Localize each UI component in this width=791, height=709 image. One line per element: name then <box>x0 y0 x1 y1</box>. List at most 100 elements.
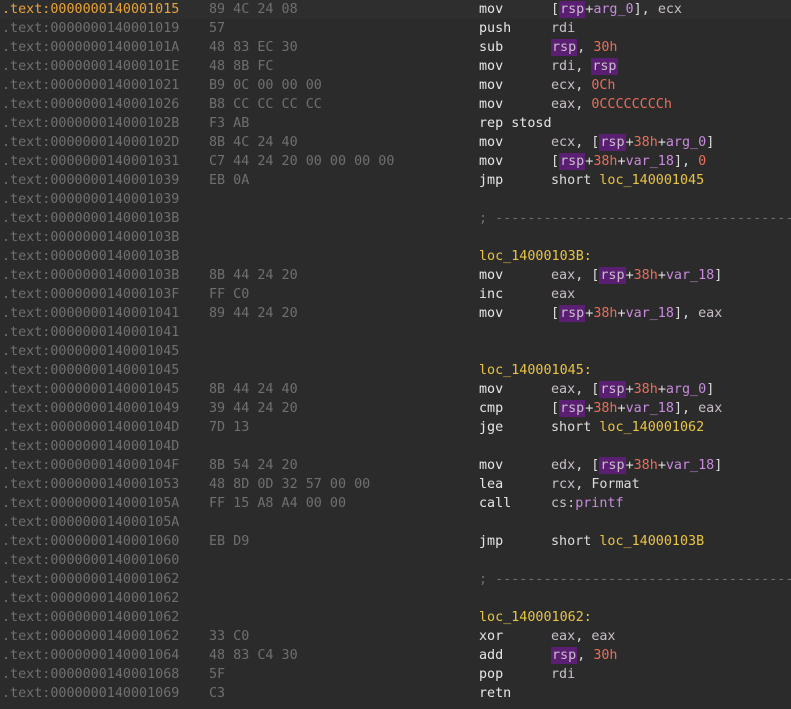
listing-row[interactable]: .text:000000014000103B 8B 44 24 20 mov eax,… <box>0 266 791 285</box>
code-label[interactable]: loc_140001062: <box>479 608 592 627</box>
listing-row[interactable]: .text:0000000140001049 39 44 24 20 cmp [rsp… <box>0 399 791 418</box>
stack-variable[interactable]: var_18 <box>626 154 674 169</box>
register[interactable]: eax <box>551 629 575 644</box>
address[interactable]: .text:0000000140001041 <box>2 323 179 342</box>
address[interactable]: .text:000000014000105A <box>2 494 179 513</box>
address[interactable]: .text:000000014000105A <box>2 513 179 532</box>
listing-row[interactable]: .text:0000000140001041 <box>0 323 791 342</box>
listing-row[interactable]: .text:0000000140001015 89 4C 24 08 mov [rsp… <box>0 0 791 19</box>
address[interactable]: .text:000000014000104F <box>2 456 179 475</box>
address[interactable]: .text:000000014000103B <box>2 228 179 247</box>
stack-variable[interactable]: arg_0 <box>666 135 706 150</box>
register[interactable]: eax <box>551 268 575 283</box>
address[interactable]: .text:0000000140001045 <box>2 342 179 361</box>
jump-target-label[interactable]: loc_14000103B <box>599 534 704 549</box>
listing-row[interactable]: .text:000000014000101A 48 83 EC 30 sub rsp,… <box>0 38 791 57</box>
register[interactable]: rcx <box>551 477 575 492</box>
listing-row[interactable]: .text:0000000140001019 57 push rdi <box>0 19 791 38</box>
listing-row[interactable]: .text:0000000140001062 loc_140001062: <box>0 608 791 627</box>
register[interactable]: rdi <box>551 59 575 74</box>
address[interactable]: .text:000000014000102D <box>2 133 179 152</box>
listing-row[interactable]: .text:0000000140001039 EB 0A jmp short loc_… <box>0 171 791 190</box>
stack-variable[interactable]: var_18 <box>666 458 714 473</box>
listing-row[interactable]: .text:0000000140001062 <box>0 589 791 608</box>
address[interactable]: .text:000000014000103B <box>2 247 179 266</box>
code-label[interactable]: loc_14000103B: <box>479 247 592 266</box>
register[interactable]: rsp <box>559 400 586 417</box>
register[interactable]: rsp <box>559 153 586 170</box>
listing-row[interactable]: .text:000000014000103F FF C0 inc eax <box>0 285 791 304</box>
listing-row[interactable]: .text:0000000140001039 <box>0 190 791 209</box>
register[interactable]: rdi <box>551 21 575 36</box>
listing-row[interactable]: .text:0000000140001021 B9 0C 00 00 00 mov e… <box>0 76 791 95</box>
listing-row[interactable]: .text:000000014000103B ; ----------------… <box>0 209 791 228</box>
register[interactable]: rsp <box>599 457 626 474</box>
address[interactable]: .text:0000000140001019 <box>2 19 179 38</box>
address[interactable]: .text:0000000140001062 <box>2 627 179 646</box>
listing-row[interactable]: .text:0000000140001060 <box>0 551 791 570</box>
listing-row[interactable]: .text:000000014000104D 7D 13 jge short loc_… <box>0 418 791 437</box>
listing-row[interactable]: .text:0000000140001068 5F pop rdi <box>0 665 791 684</box>
register[interactable]: eax <box>551 287 575 302</box>
address[interactable]: .text:0000000140001062 <box>2 570 179 589</box>
register[interactable]: eax <box>698 306 722 321</box>
listing-row[interactable]: .text:0000000140001060 EB D9 jmp short loc_… <box>0 532 791 551</box>
listing-row[interactable]: .text:0000000140001026 B8 CC CC CC CC mov e… <box>0 95 791 114</box>
register[interactable]: rsp <box>599 267 626 284</box>
stack-variable[interactable]: var_18 <box>626 401 674 416</box>
listing-row[interactable]: .text:000000014000104D <box>0 437 791 456</box>
address[interactable]: .text:0000000140001060 <box>2 532 179 551</box>
listing-row[interactable]: .text:0000000140001041 89 44 24 20 mov [rsp… <box>0 304 791 323</box>
disassembly-listing[interactable]: .text:0000000140001015 89 4C 24 08 mov [rsp… <box>0 0 791 709</box>
address[interactable]: .text:0000000140001039 <box>2 171 179 190</box>
address[interactable]: .text:0000000140001049 <box>2 399 179 418</box>
listing-row[interactable]: .text:000000014000105A <box>0 513 791 532</box>
address[interactable]: .text:0000000140001031 <box>2 152 179 171</box>
listing-row[interactable]: .text:0000000140001045 loc_140001045: <box>0 361 791 380</box>
stack-variable[interactable]: var_18 <box>666 268 714 283</box>
address[interactable]: .text:000000014000104D <box>2 418 179 437</box>
address[interactable]: .text:000000014000104D <box>2 437 179 456</box>
register[interactable]: rsp <box>599 381 626 398</box>
current-address[interactable]: .text:0000000140001015 <box>2 0 179 19</box>
listing-row[interactable]: .text:000000014000101E 48 8B FC mov rdi, rs… <box>0 57 791 76</box>
listing-row[interactable]: .text:0000000140001062 33 C0 xor eax, eax <box>0 627 791 646</box>
register[interactable]: rsp <box>599 134 626 151</box>
register[interactable]: ecx <box>658 2 682 17</box>
listing-row[interactable]: .text:0000000140001053 48 8D 0D 32 57 00 … <box>0 475 791 494</box>
register[interactable]: rsp <box>591 58 618 75</box>
stack-variable[interactable]: arg_0 <box>593 2 633 17</box>
register[interactable]: eax <box>551 382 575 397</box>
function-name[interactable]: printf <box>575 496 623 511</box>
code-label[interactable]: loc_140001045: <box>479 361 592 380</box>
address[interactable]: .text:0000000140001045 <box>2 380 179 399</box>
listing-row[interactable]: .text:000000014000103B loc_14000103B: <box>0 247 791 266</box>
register[interactable]: cs: <box>551 496 575 511</box>
register[interactable]: ecx <box>551 78 575 93</box>
address[interactable]: .text:0000000140001062 <box>2 608 179 627</box>
address[interactable]: .text:000000014000103B <box>2 209 179 228</box>
jump-target-label[interactable]: loc_140001045 <box>599 173 704 188</box>
address[interactable]: .text:0000000140001039 <box>2 190 179 209</box>
stack-variable[interactable]: arg_0 <box>666 382 706 397</box>
register[interactable]: eax <box>591 629 615 644</box>
listing-row[interactable]: .text:0000000140001045 <box>0 342 791 361</box>
listing-row[interactable]: .text:000000014000104F 8B 54 24 20 mov edx,… <box>0 456 791 475</box>
address[interactable]: .text:000000014000103B <box>2 266 179 285</box>
address[interactable]: .text:0000000140001021 <box>2 76 179 95</box>
listing-row[interactable]: .text:0000000140001064 48 83 C4 30 add rsp,… <box>0 646 791 665</box>
register[interactable]: rsp <box>559 305 586 322</box>
register[interactable]: edx <box>551 458 575 473</box>
address[interactable]: .text:0000000140001062 <box>2 589 179 608</box>
listing-row[interactable]: .text:000000014000105A FF 15 A8 A4 00 00 c… <box>0 494 791 513</box>
address[interactable]: .text:0000000140001064 <box>2 646 179 665</box>
listing-row[interactable]: .text:000000014000102B F3 AB rep stosd <box>0 114 791 133</box>
listing-row[interactable]: .text:0000000140001045 8B 44 24 40 mov eax,… <box>0 380 791 399</box>
address[interactable]: .text:0000000140001026 <box>2 95 179 114</box>
listing-row[interactable]: .text:0000000140001062 ; ----------------… <box>0 570 791 589</box>
register[interactable]: rdi <box>551 667 575 682</box>
stack-variable[interactable]: var_18 <box>626 306 674 321</box>
register[interactable]: rsp <box>559 1 586 18</box>
listing-row[interactable]: .text:0000000140001069 C3 retn <box>0 684 791 703</box>
listing-row[interactable]: .text:000000014000102D 8B 4C 24 40 mov ecx,… <box>0 133 791 152</box>
